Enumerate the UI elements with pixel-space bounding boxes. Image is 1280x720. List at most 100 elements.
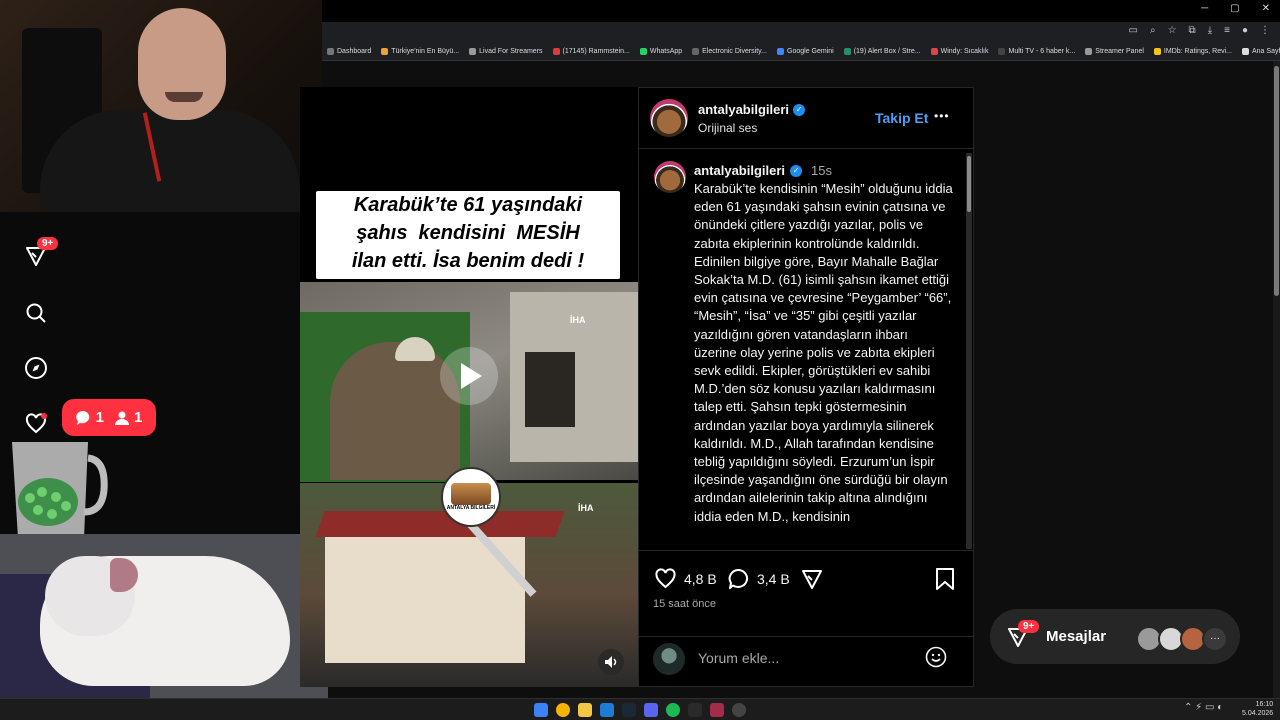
caption-scrollbar-thumb[interactable] (967, 156, 971, 212)
cast-icon[interactable]: ▭ (1129, 25, 1138, 36)
streamer-webcam (0, 0, 322, 212)
emoji-button[interactable] (925, 646, 947, 673)
bookmark-item[interactable]: (19) Alert Box / Stre... (839, 47, 926, 55)
bookmark-item[interactable]: Ana Sayfa • HBO Max (1237, 47, 1280, 55)
bookmark-label: (19) Alert Box / Stre... (853, 47, 921, 55)
bookmark-label: Türkiye'nin En Büyü... (391, 47, 460, 55)
menu-icon[interactable]: ⋮ (1260, 25, 1270, 36)
profile-icon[interactable]: ● (1242, 25, 1248, 36)
comment-icon (728, 568, 748, 589)
audio-label[interactable]: Orijinal ses (698, 121, 757, 135)
follower-count-value: 1 (134, 409, 143, 426)
speaker-icon (605, 656, 617, 668)
caption-text: Karabük’te kendisinin “Mesih” olduğunu i… (694, 181, 953, 524)
author-avatar[interactable] (650, 99, 688, 137)
sidebar-item-messages[interactable]: 9+ (20, 237, 59, 272)
follow-button[interactable]: Takip Et (875, 110, 928, 126)
save-button[interactable] (934, 567, 956, 596)
star-icon[interactable]: ☆ (1168, 25, 1177, 36)
bookmark-favicon-icon (692, 47, 700, 55)
bookmark-item[interactable]: Dashboard (322, 47, 376, 55)
bookmark-favicon-icon (843, 47, 851, 55)
next-app-icon[interactable] (710, 703, 724, 717)
windows-taskbar: ⌃ ⚡ ▭ ◐ 16:10 5.04.2026 (0, 698, 1280, 720)
browser-toolbar: ▭ ⌕ ☆ ⧉ ⤓ ≡ ● ⋮ (322, 22, 1280, 42)
bookmark-item[interactable]: Electronic Diversity... (687, 47, 772, 55)
tray-icons[interactable]: ⌃ ⚡ ▭ ◐ (1184, 702, 1223, 713)
bookmark-favicon-icon (1153, 47, 1161, 55)
bookmark-favicon-icon (998, 47, 1006, 55)
bookmark-item[interactable]: Livad For Streamers (464, 47, 547, 55)
bookmark-favicon-icon (930, 47, 938, 55)
messages-button[interactable]: 9+ Mesajlar ··· (990, 609, 1240, 664)
posted-ago[interactable]: 15 saat önce (653, 598, 716, 610)
zoom-icon[interactable]: ⌕ (1150, 25, 1156, 36)
reel-video[interactable]: İHA İHA ANTALYA BİLGİLERİ (300, 87, 638, 687)
bookmark-label: IMDb: Ratings, Revi... (1163, 47, 1232, 55)
notification-popup[interactable]: 1 1 (62, 399, 156, 436)
bookmark-label: Dashboard (337, 47, 372, 55)
caption-username[interactable]: antalyabilgileri (694, 163, 785, 178)
post-header: antalyabilgileri ✓ Orijinal ses Takip Et… (638, 87, 974, 149)
download-icon[interactable]: ⤓ (1208, 25, 1212, 36)
bookmark-label: WhatsApp (649, 47, 683, 55)
watermark-top: İHA (570, 315, 586, 325)
sidebar-item-notifications[interactable] (20, 408, 52, 440)
comment-input[interactable]: Yorum ekle... (698, 650, 779, 666)
bookmark-favicon-icon (327, 47, 334, 55)
more-options-icon[interactable]: ••• (934, 109, 950, 123)
bookmark-item[interactable]: IMDb: Ratings, Revi... (1149, 47, 1237, 55)
bookmark-favicon-icon (381, 47, 389, 55)
bookmark-item[interactable]: Google Gemini (772, 47, 839, 55)
play-icon (461, 363, 482, 389)
obs-icon[interactable] (732, 703, 746, 717)
extensions-icon[interactable]: ⧉ (1189, 25, 1196, 36)
bookmark-item[interactable]: (17145) Rammstein... (548, 47, 635, 55)
clock[interactable]: 16:10 5.04.2026 (1242, 700, 1273, 718)
bookmarks-bar: Dashboard Türkiye'nin En Büyü... Livad For… (322, 42, 1280, 61)
discord-icon[interactable] (644, 703, 658, 717)
caption-time: 15s (811, 163, 833, 178)
bookmark-item[interactable]: Türkiye'nin En Büyü... (376, 47, 464, 55)
channel-logo: ANTALYA BİLGİLERİ (441, 467, 501, 527)
window-controls: ─ ▢ ✕ (1201, 3, 1270, 14)
building (325, 523, 525, 663)
share-button[interactable] (800, 567, 824, 596)
share-icon (802, 570, 822, 589)
maximize-icon[interactable]: ▢ (1230, 3, 1239, 14)
bookmark-label: Streamer Panel (1095, 47, 1144, 55)
chrome-icon[interactable] (556, 703, 570, 717)
spotify-icon[interactable] (666, 703, 680, 717)
caption-avatar[interactable] (654, 161, 686, 193)
caption-verified-icon: ✓ (790, 164, 803, 177)
comment-count-value: 1 (95, 409, 104, 426)
folder-icon[interactable] (578, 703, 592, 717)
edge-icon[interactable] (600, 703, 614, 717)
sidebar-item-explore[interactable] (20, 352, 52, 384)
bookmark-label: (17145) Rammstein... (562, 47, 630, 55)
bookmark-favicon-icon (639, 47, 647, 55)
bookmark-favicon-icon (1085, 47, 1093, 55)
page-scrollbar-thumb[interactable] (1274, 66, 1279, 296)
author-username[interactable]: antalyabilgileri (698, 102, 789, 117)
bookmark-item[interactable]: Multi TV - 6 haber k... (993, 47, 1080, 55)
bookmark-item[interactable]: Streamer Panel (1080, 47, 1149, 55)
start-icon[interactable] (534, 703, 548, 717)
sidebar-item-search[interactable] (20, 297, 52, 329)
steam-icon[interactable] (622, 703, 636, 717)
comment-button[interactable]: 3,4 B (727, 567, 790, 591)
close-icon[interactable]: ✕ (1262, 3, 1270, 14)
media-icon[interactable]: ≡ (1224, 25, 1230, 36)
messages-label: Mesajlar (1046, 628, 1107, 645)
message-more: ··· (1202, 626, 1228, 652)
caption-scrollbar[interactable] (966, 153, 972, 549)
headline-line-2: şahıs kendisini MESİH (356, 222, 580, 244)
minimize-icon[interactable]: ─ (1201, 3, 1208, 14)
epic-icon[interactable] (688, 703, 702, 717)
mug-overlay (12, 442, 108, 538)
bookmark-item[interactable]: Windy: Sıcaklık (926, 47, 994, 55)
bookmark-item[interactable]: WhatsApp (635, 47, 687, 55)
mute-button[interactable] (598, 649, 624, 675)
play-button[interactable] (440, 347, 498, 405)
like-button[interactable]: 4,8 B (653, 567, 717, 591)
